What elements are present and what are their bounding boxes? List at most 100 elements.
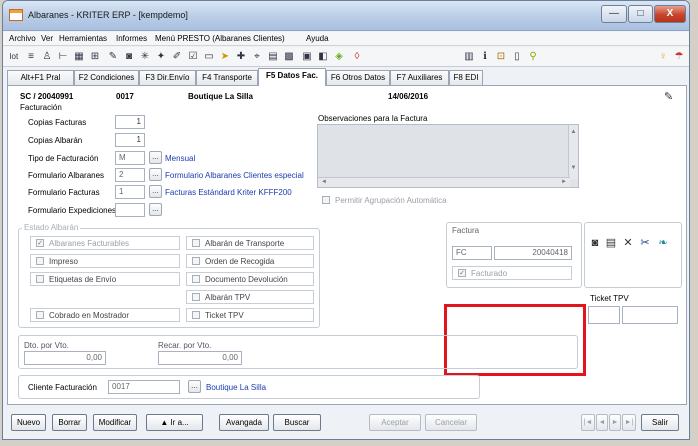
person-icon[interactable]: ♙ bbox=[41, 50, 53, 63]
albaran-tpv-checkbox[interactable]: Albarán TPV bbox=[186, 290, 314, 304]
buscar-button[interactable]: Buscar bbox=[273, 414, 321, 431]
menu-presto[interactable]: Menú PRESTO (Albaranes Clientes) bbox=[155, 34, 285, 43]
tab-transporte[interactable]: F4 Transporte bbox=[196, 70, 258, 85]
formulario-albaranes-link[interactable]: Formulario Albaranes Clientes especial bbox=[165, 171, 304, 180]
first-record-button[interactable]: |◄ bbox=[581, 414, 595, 431]
salir-button[interactable]: Salir bbox=[641, 414, 679, 431]
chart-icon[interactable]: ▤ bbox=[267, 50, 279, 63]
star-icon[interactable]: ✳ bbox=[139, 50, 151, 63]
last-record-button[interactable]: ►| bbox=[622, 414, 636, 431]
label-icon[interactable]: ℹ bbox=[479, 50, 491, 63]
grid-icon[interactable]: ▦ bbox=[73, 50, 85, 63]
cursor-icon[interactable]: ⌖ bbox=[251, 50, 263, 63]
documento-devolucion-checkbox[interactable]: Documento Devolución bbox=[186, 272, 314, 286]
cliente-facturacion-link[interactable]: Boutique La Silla bbox=[206, 383, 266, 392]
albaran-transporte-checkbox[interactable]: Albarán de Transporte bbox=[186, 236, 314, 250]
arrow-icon[interactable]: ➤ bbox=[219, 50, 231, 63]
plus-icon[interactable]: ✚ bbox=[235, 50, 247, 63]
aceptar-button[interactable]: Aceptar bbox=[369, 414, 421, 431]
delete-icon[interactable]: ✕ bbox=[621, 236, 635, 250]
agrupacion-checkbox[interactable]: Permitir Agrupación Automática bbox=[317, 194, 447, 208]
copias-albaran-input[interactable]: 1 bbox=[115, 133, 145, 147]
modificar-button[interactable]: Modificar bbox=[93, 414, 137, 431]
observaciones-textarea[interactable]: ▲ ▼ ◄ ► bbox=[317, 124, 579, 188]
impreso-checkbox[interactable]: Impreso bbox=[30, 254, 180, 268]
send-icon[interactable]: ❧ bbox=[656, 236, 670, 250]
scroll-down-arrow[interactable]: ▼ bbox=[569, 165, 578, 171]
bracket-icon[interactable]: ⊢ bbox=[57, 50, 69, 63]
tools-icon[interactable]: ✂ bbox=[638, 236, 652, 250]
tab-dir-envio[interactable]: F3 Dir.Envío bbox=[139, 70, 196, 85]
albaranes-facturables-checkbox[interactable]: ✓ Albaranes Facturables bbox=[30, 236, 180, 250]
tab-condiciones[interactable]: F2 Condiciones bbox=[74, 70, 139, 85]
observaciones-hscroll[interactable]: ◄ ► bbox=[318, 177, 570, 187]
tab-otros-datos[interactable]: F6 Otros Datos bbox=[326, 70, 390, 85]
facturado-checkbox[interactable]: ✓ Facturado bbox=[452, 266, 572, 280]
close-button[interactable]: X bbox=[654, 5, 686, 23]
scanner-icon[interactable]: ▥ bbox=[463, 50, 475, 63]
menu-informes[interactable]: Informes bbox=[116, 34, 147, 43]
formulario-albaranes-lookup-button[interactable]: ... bbox=[149, 168, 162, 181]
ticket-tpv-right-input[interactable] bbox=[622, 306, 678, 324]
formulario-albaranes-input[interactable]: 2 bbox=[115, 168, 145, 182]
recar-vto-input[interactable]: 0,00 bbox=[158, 351, 242, 365]
wand-icon[interactable]: ✐ bbox=[171, 50, 183, 63]
menu-ver[interactable]: Ver bbox=[41, 34, 53, 43]
ir-a-button[interactable]: ▲ Ir a... bbox=[146, 414, 203, 431]
scroll-up-arrow[interactable]: ▲ bbox=[569, 129, 578, 135]
table-icon[interactable]: ▩ bbox=[283, 50, 295, 63]
formulario-expediciones-lookup-button[interactable]: ... bbox=[149, 203, 162, 216]
help-icon[interactable]: ☂ bbox=[673, 50, 685, 63]
device-icon[interactable]: ▯ bbox=[511, 50, 523, 63]
preview-icon[interactable]: ◙ bbox=[123, 50, 135, 63]
copias-facturas-input[interactable]: 1 bbox=[115, 115, 145, 129]
observaciones-vscroll[interactable]: ▲ ▼ bbox=[568, 125, 578, 179]
tab-datos-fac[interactable]: F5 Datos Fac. bbox=[258, 68, 326, 86]
pin-icon[interactable]: ✦ bbox=[155, 50, 167, 63]
print-icon[interactable]: ▤ bbox=[604, 236, 618, 250]
brush-icon[interactable]: ✎ bbox=[107, 50, 119, 63]
formulario-facturas-link[interactable]: Facturas Estándard Kriter KFFF200 bbox=[165, 188, 292, 197]
lot-icon[interactable]: lot bbox=[7, 50, 21, 63]
tab-edi[interactable]: F8 EDI bbox=[449, 70, 483, 85]
lock-icon[interactable]: ⊡ bbox=[495, 50, 507, 63]
minimize-button[interactable]: — bbox=[601, 5, 627, 23]
preview-invoice-icon[interactable]: ◙ bbox=[588, 236, 602, 250]
tag-icon[interactable]: ◊ bbox=[351, 50, 363, 63]
lightbulb-icon[interactable]: ♀ bbox=[657, 50, 669, 63]
tipo-facturacion-link[interactable]: Mensual bbox=[165, 154, 195, 163]
tree-icon[interactable]: ⊞ bbox=[89, 50, 101, 63]
clip-icon[interactable]: ⚲ bbox=[527, 50, 539, 63]
list-icon[interactable]: ≡ bbox=[25, 50, 37, 63]
tipo-facturacion-lookup-button[interactable]: ... bbox=[149, 151, 162, 164]
scroll-right-arrow[interactable]: ► bbox=[561, 179, 567, 185]
window-icon[interactable]: ▭ bbox=[203, 50, 215, 63]
formulario-facturas-lookup-button[interactable]: ... bbox=[149, 185, 162, 198]
menu-herramientas[interactable]: Herramientas bbox=[59, 34, 107, 43]
borrar-button[interactable]: Borrar bbox=[52, 414, 87, 431]
menu-archivo[interactable]: Archivo bbox=[9, 34, 36, 43]
formulario-facturas-input[interactable]: 1 bbox=[115, 185, 145, 199]
dto-vto-input[interactable]: 0,00 bbox=[24, 351, 106, 365]
shapes-icon[interactable]: ◈ bbox=[333, 50, 345, 63]
cancelar-button[interactable]: Cancelar bbox=[425, 414, 477, 431]
next-record-button[interactable]: ► bbox=[609, 414, 621, 431]
cliente-facturacion-lookup-button[interactable]: ... bbox=[188, 380, 201, 393]
scroll-left-arrow[interactable]: ◄ bbox=[321, 179, 327, 185]
formulario-expediciones-input[interactable] bbox=[115, 203, 145, 217]
prev-record-button[interactable]: ◄ bbox=[596, 414, 608, 431]
menu-ayuda[interactable]: Ayuda bbox=[306, 34, 329, 43]
doc-stamp-icon[interactable]: ▣ bbox=[301, 50, 313, 63]
maximize-button[interactable]: □ bbox=[628, 5, 653, 23]
etiquetas-envio-checkbox[interactable]: Etiquetas de Envío bbox=[30, 272, 180, 286]
tab-auxiliares[interactable]: F7 Auxiliares bbox=[390, 70, 449, 85]
ticket-tpv-left-input[interactable] bbox=[588, 306, 620, 324]
calendar-icon[interactable]: ◧ bbox=[317, 50, 329, 63]
refresh-icon[interactable]: ✎ bbox=[664, 90, 673, 103]
orden-recogida-checkbox[interactable]: Orden de Recogida bbox=[186, 254, 314, 268]
nuevo-button[interactable]: Nuevo bbox=[11, 414, 46, 431]
tipo-facturacion-input[interactable]: M bbox=[115, 151, 145, 165]
ticket-tpv-checkbox[interactable]: Ticket TPV bbox=[186, 308, 314, 322]
edit-icon[interactable]: ☑ bbox=[187, 50, 199, 63]
cliente-facturacion-input[interactable]: 0017 bbox=[108, 380, 180, 394]
